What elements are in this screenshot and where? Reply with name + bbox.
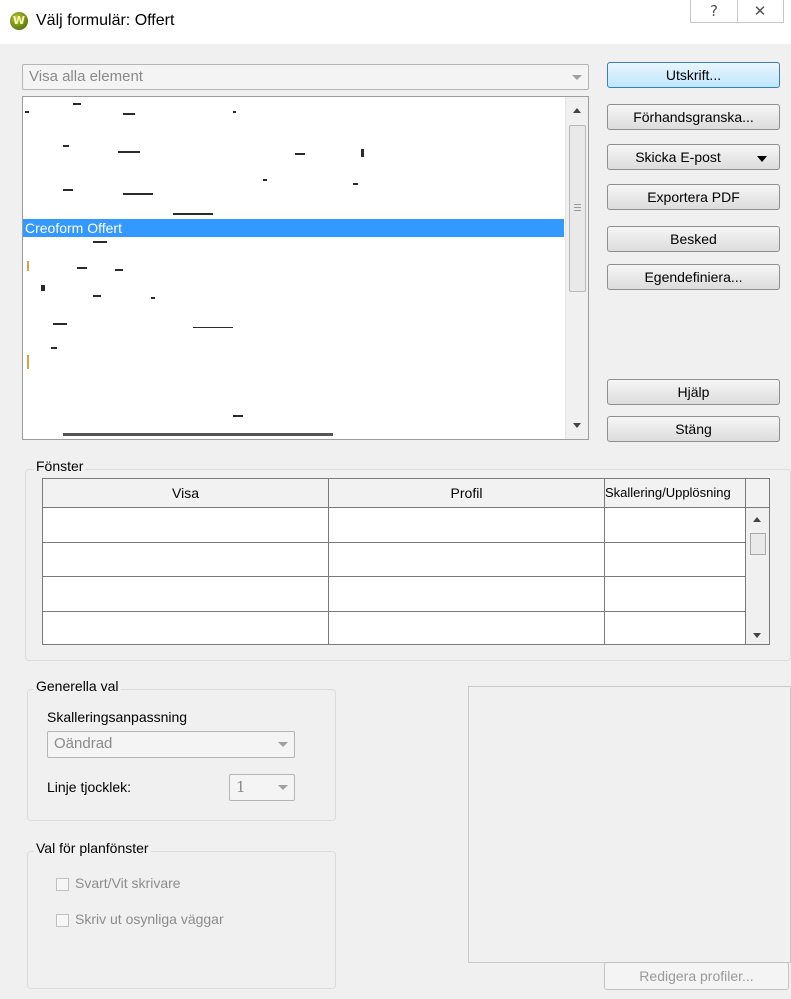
list-item[interactable] [51,347,57,349]
table-cell[interactable] [605,612,746,644]
list-item[interactable] [123,113,135,115]
list-item[interactable] [63,189,73,191]
table-cell[interactable] [43,543,329,577]
list-item[interactable] [151,297,155,299]
table-cell[interactable] [605,543,746,577]
list-item[interactable] [353,183,358,185]
list-item[interactable] [73,103,81,105]
table-cell[interactable] [329,577,605,612]
column-header-visa[interactable]: Visa [43,479,329,508]
help-button[interactable]: Hjälp [607,379,780,405]
bw-printer-checkbox[interactable] [56,878,69,891]
grip-icon [574,210,581,211]
scroll-down-icon[interactable] [753,633,761,638]
windows-group-label: Fönster [34,458,86,474]
list-item[interactable] [27,355,29,369]
scaling-select[interactable]: Oändrad [47,731,295,758]
column-header-profil[interactable]: Profil [329,479,605,508]
list-item[interactable] [193,327,233,328]
table-cell[interactable] [329,543,605,577]
scaling-value: Oändrad [54,735,113,752]
scroll-up-icon[interactable] [573,108,581,113]
list-item[interactable] [115,269,123,271]
help-icon[interactable]: ? [690,0,738,23]
preview-pane [468,686,791,963]
close-icon[interactable]: ✕ [737,0,784,23]
list-item[interactable] [77,267,87,269]
line-thickness-select[interactable]: 1 [229,774,295,801]
windows-table[interactable]: Visa Profil Skallering/Upplösning [42,478,770,645]
table-cell[interactable] [43,612,329,644]
list-scrollbar[interactable] [565,97,588,439]
list-item[interactable] [93,295,101,297]
line-thickness-value: 1 [236,778,246,796]
list-item[interactable] [263,179,267,181]
list-item[interactable] [233,111,236,113]
table-cell[interactable] [605,577,746,612]
list-item[interactable] [173,213,213,215]
title-bar: W Välj formulär: Offert ? ✕ [0,0,791,44]
send-email-button[interactable]: Skicka E-post [607,144,780,170]
element-filter-select[interactable]: Visa alla element [22,64,589,90]
scroll-down-icon[interactable] [573,423,581,428]
element-filter-value: Visa alla element [29,68,143,85]
list-item[interactable] [295,153,305,155]
table-cell[interactable] [43,577,329,612]
plan-options-label: Val för planfönster [34,840,151,856]
list-item[interactable] [27,261,29,271]
table-scrollbar[interactable] [746,508,769,644]
invisible-walls-checkbox[interactable] [56,914,69,927]
chevron-down-icon [278,785,288,790]
chevron-down-icon [278,742,288,747]
list-item[interactable] [25,111,29,113]
list-item[interactable] [93,241,107,243]
scroll-up-icon[interactable] [753,517,761,522]
table-cell[interactable] [605,508,746,543]
list-item-selected[interactable]: Creoform Offert [23,219,564,237]
table-cell[interactable] [43,508,329,543]
scroll-thumb[interactable] [750,533,766,555]
bw-printer-label: Svart/Vit skrivare [75,875,181,891]
app-icon: W [10,12,28,30]
scroll-thumb[interactable] [569,125,586,292]
list-item[interactable] [233,415,243,417]
send-email-label: Skicka E-post [635,149,721,165]
customize-button[interactable]: Egendefiniera... [607,264,780,290]
list-item[interactable] [123,193,153,195]
dialog-body: Visa alla element Creoform Offert Utskri… [0,44,791,999]
export-pdf-button[interactable]: Exportera PDF [607,184,780,210]
chevron-down-icon [572,75,582,80]
scaling-label: Skalleringsanpassning [47,709,188,725]
column-header-scaling[interactable]: Skallering/Upplösning [605,479,746,508]
general-options-label: Generella val [34,678,121,694]
preview-button[interactable]: Förhandsgranska... [607,104,780,130]
form-list[interactable]: Creoform Offert [22,96,589,440]
line-thickness-label: Linje tjocklek: [47,779,132,795]
column-header-blank [746,479,769,508]
list-item[interactable] [53,323,67,325]
window-title: Välj formulär: Offert [36,12,175,29]
dropdown-arrow-icon [757,156,767,162]
table-cell[interactable] [329,612,605,644]
list-item[interactable] [63,433,333,436]
close-button[interactable]: Stäng [607,416,780,442]
table-cell[interactable] [329,508,605,543]
grip-icon [574,207,581,208]
list-item[interactable] [118,151,140,153]
list-item[interactable] [63,145,69,147]
list-item[interactable] [361,149,364,157]
grip-icon [574,204,581,205]
message-button[interactable]: Besked [607,226,780,252]
list-item[interactable] [41,285,45,291]
edit-profiles-button[interactable]: Redigera profiler... [604,962,789,990]
print-button[interactable]: Utskrift... [607,62,780,88]
invisible-walls-label: Skriv ut osynliga väggar [75,911,224,927]
